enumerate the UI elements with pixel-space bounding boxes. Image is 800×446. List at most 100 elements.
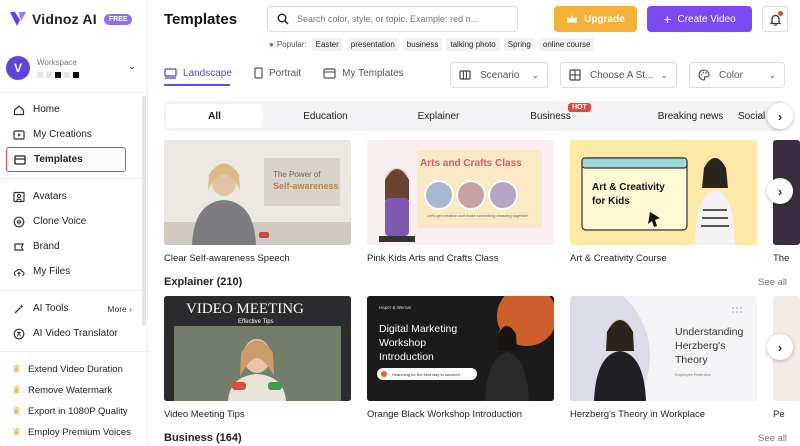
scenario-filter[interactable]: Scenario ⌄: [450, 62, 548, 88]
perk-item[interactable]: ♛ Employ Premium Voices: [8, 422, 146, 443]
create-video-label: Create Video: [677, 13, 736, 25]
template-thumbnail[interactable]: VIDEO MEETING Effective Tips: [164, 296, 351, 401]
template-title[interactable]: The: [773, 253, 789, 264]
thumb-text: Introduction: [379, 351, 434, 363]
workspace-switcher[interactable]: V Workspace ⌄: [6, 52, 140, 84]
upgrade-label: Upgrade: [584, 13, 625, 25]
scenario-label: Scenario: [480, 69, 520, 81]
sidebar-scrollbar[interactable]: [142, 96, 146, 326]
template-title[interactable]: Video Meeting Tips: [164, 409, 245, 420]
template-title[interactable]: Herzberg's Theory in Workplace: [570, 409, 705, 420]
category-explainer[interactable]: Explainer: [390, 104, 487, 128]
template-title[interactable]: Pe: [773, 409, 785, 420]
popular-tag[interactable]: talking photo: [446, 38, 500, 51]
thumb-text: Theory: [675, 354, 708, 366]
nav-my-creations[interactable]: My Creations: [6, 122, 126, 147]
category-education[interactable]: Education: [277, 104, 374, 128]
category-all[interactable]: All: [166, 104, 263, 128]
fire-icon: ●: [269, 40, 274, 49]
create-video-button[interactable]: + Create Video: [647, 6, 752, 32]
nav-brand[interactable]: Brand: [6, 234, 126, 259]
category-breaking-news[interactable]: Breaking news: [642, 104, 739, 128]
thumb-text: The Power of: [273, 170, 321, 179]
template-title[interactable]: Pink Kids Arts and Crafts Class: [367, 253, 498, 264]
popular-tag[interactable]: business: [402, 38, 443, 51]
notification-dot: [778, 11, 783, 16]
row-next-button[interactable]: ›: [767, 178, 793, 204]
thumb-text: Let's get creative and make something am…: [427, 213, 529, 218]
popular-tag[interactable]: presentation: [346, 38, 399, 51]
tab-my-templates[interactable]: My Templates: [323, 62, 404, 84]
nav-clone-voice-label: Clone Voice: [33, 216, 87, 227]
premium-perks: ♛ Extend Video Duration ♛ Remove Watermark…: [8, 359, 146, 443]
search-box[interactable]: [267, 6, 518, 32]
thumb-text: Understanding: [675, 326, 744, 338]
templates-icon: [14, 154, 26, 165]
portrait-icon: [254, 67, 263, 79]
search-icon: [277, 13, 289, 25]
more-link[interactable]: More ›: [107, 304, 132, 314]
popular-tag[interactable]: Easter: [311, 38, 343, 51]
sidebar: Vidnoz AI FREE V Workspace ⌄ Home My Cre…: [0, 0, 148, 446]
search-input[interactable]: [297, 14, 507, 24]
divider: [0, 178, 148, 179]
category-bar: All Education Explainer Business Breakin…: [164, 101, 784, 131]
active-tab-indicator: [164, 84, 230, 86]
row-next-button[interactable]: ›: [767, 334, 793, 360]
crown-icon: [567, 15, 578, 23]
notifications-button[interactable]: [762, 6, 788, 32]
nav-my-files[interactable]: My Files: [6, 259, 126, 284]
see-all-link[interactable]: See all: [758, 433, 787, 444]
see-all-link[interactable]: See all: [758, 277, 787, 288]
thumbnail-arts-crafts: [367, 140, 554, 245]
crown-icon: ♛: [12, 406, 21, 417]
landscape-icon: [164, 67, 177, 79]
palette-icon: [698, 69, 710, 81]
color-filter[interactable]: Color ⌄: [689, 62, 785, 88]
voice-icon: [13, 216, 25, 227]
template-thumbnail[interactable]: The Power of Self-awareness: [164, 140, 351, 245]
style-filter[interactable]: Choose A St... ⌄: [560, 62, 677, 88]
template-thumbnail[interactable]: Understanding Herzberg's Theory Employee…: [570, 296, 757, 401]
popular-tag[interactable]: online course: [538, 38, 595, 51]
category-next-button[interactable]: ›: [767, 103, 793, 129]
popular-tag[interactable]: Spring: [503, 38, 535, 51]
thumbnail-herzberg: [570, 296, 757, 401]
thumb-text: for Kids: [592, 196, 630, 207]
chevron-down-icon: ⌄: [660, 69, 668, 80]
nav-clone-voice[interactable]: Clone Voice: [6, 209, 126, 234]
nav-ai-video-translator[interactable]: AI Video Translator: [6, 321, 132, 346]
thumb-text: Art & Creativity: [592, 182, 665, 193]
template-title[interactable]: Clear Self-awareness Speech: [164, 253, 290, 264]
perk-item[interactable]: ♛ Extend Video Duration: [8, 359, 146, 380]
thumb-text: Digital Marketing: [379, 323, 458, 335]
template-title[interactable]: Art & Creativity Course: [570, 253, 667, 264]
thumb-text: Searching for the best way to succeed: [392, 372, 460, 377]
nav-home[interactable]: Home: [6, 97, 126, 122]
perk-item[interactable]: ♛ Export in 1080P Quality: [8, 401, 146, 422]
logo[interactable]: Vidnoz AI FREE: [8, 9, 133, 29]
chevron-down-icon: ⌄: [768, 69, 776, 80]
nav-avatars[interactable]: Avatars: [6, 184, 126, 209]
crown-icon: ♛: [12, 364, 21, 375]
section-title: Business (164): [164, 432, 242, 444]
template-thumbnail[interactable]: Art & Creativity for Kids: [570, 140, 757, 245]
crown-icon: ♛: [12, 385, 21, 396]
plus-icon: +: [663, 11, 672, 27]
orientation-tabs: Landscape Portrait My Templates: [164, 62, 426, 84]
upgrade-button[interactable]: Upgrade: [554, 6, 637, 32]
nav-ai-tools[interactable]: AI Tools More ›: [6, 296, 132, 321]
template-thumbnail[interactable]: Arts and Crafts Class Let's get creative…: [367, 140, 554, 245]
template-title[interactable]: Orange Black Workshop Introduction: [367, 409, 522, 420]
more-label: More: [107, 303, 127, 314]
perk-label: Extend Video Duration: [27, 364, 123, 375]
style-label: Choose A St...: [590, 69, 654, 81]
template-thumbnail[interactable]: Haper & Wemar Digital Marketing Workshop…: [367, 296, 554, 401]
tab-portrait[interactable]: Portrait: [254, 62, 301, 84]
perk-item[interactable]: ♛ Remove Watermark: [8, 380, 146, 401]
nav-ai-tools-label: AI Tools: [33, 303, 69, 314]
tab-landscape[interactable]: Landscape: [164, 62, 232, 84]
page-title: Templates: [164, 11, 238, 28]
thumb-text: Haper & Wemar: [379, 305, 412, 310]
nav-templates[interactable]: Templates: [6, 147, 126, 172]
